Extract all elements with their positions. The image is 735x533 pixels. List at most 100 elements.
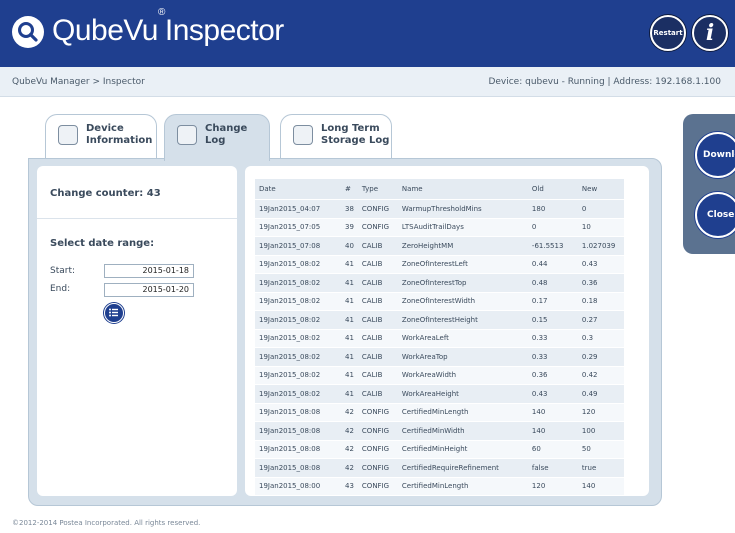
name-cell: CertifiedMinWidth [397, 422, 528, 440]
column-header-name[interactable]: Name [397, 179, 528, 199]
table-row[interactable]: 19Jan2015_08:02 41 CALIB WorkAreaLeft 0.33 0.… [255, 329, 624, 347]
name-cell: CertifiedMinHeight [397, 440, 528, 458]
table-row[interactable]: 19Jan2015_07:08 40 CALIB ZeroHeightMM -61.55… [255, 237, 624, 255]
date-cell: 19Jan2015_08:02 [255, 348, 341, 366]
tab-change-log[interactable]: Change Log [164, 114, 270, 161]
date-cell: 19Jan2015_08:02 [255, 366, 341, 384]
column-header-date[interactable]: Date [255, 179, 341, 199]
type-cell: CALIB [357, 255, 398, 273]
old-value-cell: 140 [527, 403, 578, 421]
breadcrumb-bar: QubeVu Manager > Inspector Device: qubev… [0, 67, 735, 97]
date-cell: 19Jan2015_08:08 [255, 422, 341, 440]
name-cell: CertifiedRequireRefinement [397, 459, 528, 477]
type-cell: CALIB [357, 366, 398, 384]
name-cell: WorkAreaHeight [397, 385, 528, 403]
tab-device-information[interactable]: Device Information [45, 114, 157, 158]
date-cell: 19Jan2015_08:02 [255, 385, 341, 403]
name-cell: ZoneOfInterestTop [397, 274, 528, 292]
column-header-number[interactable]: # [341, 179, 358, 199]
new-value-cell: 0.29 [577, 348, 624, 366]
restart-label: Restart [653, 29, 683, 37]
new-value-cell: 1.027039 [577, 237, 624, 255]
type-cell: CALIB [357, 348, 398, 366]
table-row[interactable]: 19Jan2015_07:05 39 CONFIG LTSAuditTrailDays… [255, 218, 624, 236]
number-cell: 42 [341, 440, 358, 458]
footer-copyright: ©2012-2014 Postea Incorporated. All righ… [12, 519, 201, 527]
table-row[interactable]: 19Jan2015_08:02 41 CALIB WorkAreaTop 0.33 0.2… [255, 348, 624, 366]
select-date-range-label: Select date range: [50, 238, 155, 249]
old-value-cell: 0.43 [527, 385, 578, 403]
table-row[interactable]: 19Jan2015_04:07 38 CONFIG WarmupThresholdMi… [255, 200, 624, 218]
table-row[interactable]: 19Jan2015_08:02 41 CALIB WorkAreaHeight 0.43… [255, 385, 624, 403]
number-cell: 41 [341, 366, 358, 384]
type-cell: CONFIG [357, 477, 398, 495]
type-cell: CONFIG [357, 459, 398, 477]
table-header-row: Date # Type Name Old New [255, 179, 624, 199]
number-cell: 41 [341, 274, 358, 292]
type-cell: CALIB [357, 274, 398, 292]
date-cell: 19Jan2015_07:08 [255, 237, 341, 255]
name-cell: CertifiedMinLength [397, 477, 528, 495]
breadcrumb: QubeVu Manager > Inspector [12, 77, 145, 87]
date-cell: 19Jan2015_08:02 [255, 311, 341, 329]
table-row[interactable]: 19Jan2015_08:08 42 CONFIG CertifiedMinWidth… [255, 422, 624, 440]
divider [37, 218, 237, 219]
name-cell: LTSAuditTrailDays [397, 218, 528, 236]
tab-label: Device Information [86, 123, 153, 146]
new-value-cell: 140 [577, 477, 624, 495]
change-counter: Change counter: 43 [50, 188, 161, 199]
table-row[interactable]: 19Jan2015_08:08 42 CONFIG CertifiedMinHeigh… [255, 440, 624, 458]
table-row[interactable]: 19Jan2015_08:08 42 CONFIG CertifiedRequireR… [255, 459, 624, 477]
column-header-type[interactable]: Type [357, 179, 398, 199]
list-icon [109, 308, 118, 317]
info-icon: i [705, 20, 715, 46]
old-value-cell: 0 [527, 218, 578, 236]
table-row[interactable]: 19Jan2015_08:00 43 CONFIG CertifiedMinLengt… [255, 477, 624, 495]
close-label: Close [707, 210, 735, 220]
change-log-table-card: Date # Type Name Old New 19Jan2015_04:07… [245, 166, 649, 496]
table-row[interactable]: 19Jan2015_08:08 42 CONFIG CertifiedMinLengt… [255, 403, 624, 421]
table-row[interactable]: 19Jan2015_08:02 41 CALIB ZoneOfInterestWidt… [255, 292, 624, 310]
old-value-cell: 0.33 [527, 329, 578, 347]
old-value-cell: 180 [527, 200, 578, 218]
date-cell: 19Jan2015_08:02 [255, 329, 341, 347]
apply-range-button[interactable] [104, 303, 124, 323]
name-cell: CertifiedMinLength [397, 403, 528, 421]
old-value-cell: 0.48 [527, 274, 578, 292]
table-row[interactable]: 19Jan2015_08:02 41 CALIB ZoneOfInterestLeft… [255, 255, 624, 273]
restart-button[interactable]: Restart [650, 15, 686, 51]
type-cell: CALIB [357, 237, 398, 255]
table-row[interactable]: 19Jan2015_08:02 41 CALIB ZoneOfInterestTop 0… [255, 274, 624, 292]
column-header-old[interactable]: Old [527, 179, 578, 199]
number-cell: 43 [341, 477, 358, 495]
new-value-cell: 50 [577, 440, 624, 458]
download-label: Download [703, 150, 735, 160]
table-row[interactable]: 19Jan2015_08:02 41 CALIB ZoneOfInterestHeig… [255, 311, 624, 329]
table-row[interactable]: 19Jan2015_08:02 41 CALIB WorkAreaWidth 0.36 0… [255, 366, 624, 384]
top-bar: QubeVu®Inspector Restart i [0, 0, 735, 67]
new-value-cell: true [577, 459, 624, 477]
info-button[interactable]: i [692, 15, 728, 51]
new-value-cell: 0.42 [577, 366, 624, 384]
download-button[interactable]: Download [695, 132, 735, 178]
column-header-new[interactable]: New [577, 179, 624, 199]
old-value-cell: false [527, 459, 578, 477]
device-status: Device: qubevu - Running | Address: 192.… [488, 77, 721, 87]
type-cell: CONFIG [357, 440, 398, 458]
tab-long-term-storage-log[interactable]: Long Term Storage Log [280, 114, 392, 158]
new-value-cell: 0.3 [577, 329, 624, 347]
old-value-cell: 60 [527, 440, 578, 458]
logo-search-icon [12, 16, 44, 48]
new-value-cell: 0.18 [577, 292, 624, 310]
date-cell: 19Jan2015_08:08 [255, 459, 341, 477]
type-cell: CALIB [357, 292, 398, 310]
log-icon [177, 125, 197, 145]
start-date-input[interactable]: 2015-01-18 [104, 264, 194, 278]
type-cell: CONFIG [357, 200, 398, 218]
end-date-input[interactable]: 2015-01-20 [104, 283, 194, 297]
number-cell: 41 [341, 311, 358, 329]
close-button[interactable]: Close [695, 192, 735, 238]
number-cell: 39 [341, 218, 358, 236]
new-value-cell: 100 [577, 422, 624, 440]
end-label: End: [50, 284, 71, 294]
